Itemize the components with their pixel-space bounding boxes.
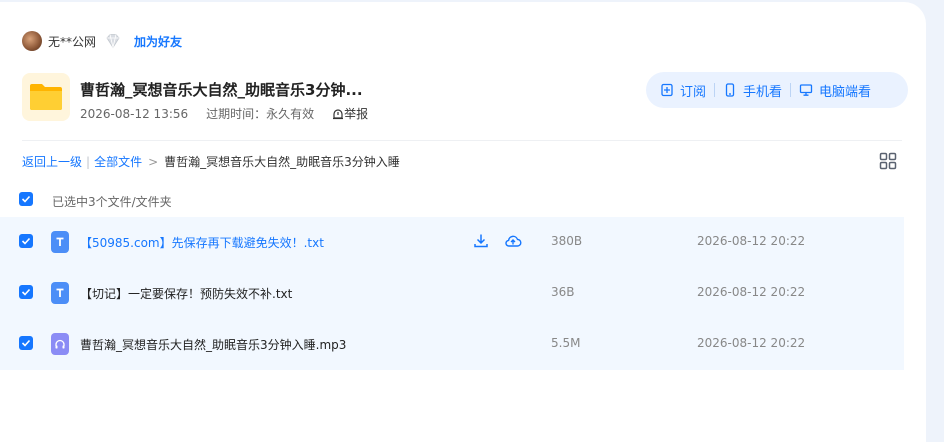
file-size: 5.5M [551,336,581,350]
breadcrumb-current: 曹哲瀚_冥想音乐大自然_助眠音乐3分钟入睡 [164,155,400,169]
sharer-info: 无**公网 加为好友 [22,30,182,52]
avatar[interactable] [22,31,42,51]
desktop-view-label: 电脑端看 [819,84,872,100]
sharer-name: 无**公网 [48,34,97,49]
text-file-icon [51,231,69,253]
expire-label: 过期时间： [206,107,267,121]
check-icon [21,237,31,245]
file-row[interactable]: 【切记】一定要保存！预防失效不补.txt 36B 2026-08-12 20:2… [0,268,904,319]
grid-view-icon[interactable] [879,152,897,170]
action-bar: 订阅 手机看 电脑端看 [646,72,908,108]
divider [22,140,902,141]
file-name[interactable]: 曹哲瀚_冥想音乐大自然_助眠音乐3分钟入睡.mp3 [80,336,346,353]
file-size: 36B [551,285,575,299]
mobile-view-label: 手机看 [743,84,783,100]
check-icon [21,339,31,347]
breadcrumb-separator: > [148,154,159,169]
row-checkbox[interactable] [19,336,33,350]
folder-icon [30,84,62,110]
file-size: 380B [551,234,583,248]
row-checkbox[interactable] [19,234,33,248]
share-meta: 2026-08-12 13:56 过期时间： 永久有效 举报 [80,105,368,122]
share-date: 2026-08-12 13:56 [80,106,189,121]
audio-file-icon [51,333,69,355]
desktop-view-button[interactable]: 电脑端看 [799,72,871,108]
mobile-view-button[interactable]: 手机看 [723,72,782,108]
file-name[interactable]: 【50985.com】先保存再下载避免失效！.txt [80,234,324,251]
breadcrumb: 返回上一级 | 全部文件 > 曹哲瀚_冥想音乐大自然_助眠音乐3分钟入睡 [22,153,400,170]
file-date: 2026-08-12 20:22 [697,285,806,299]
select-all-checkbox[interactable] [19,192,33,206]
file-row[interactable]: 曹哲瀚_冥想音乐大自然_助眠音乐3分钟入睡.mp3 5.5M 2026-08-1… [0,319,904,370]
file-name[interactable]: 【切记】一定要保存！预防失效不补.txt [80,285,292,302]
breadcrumb-all-files[interactable]: 全部文件 [94,153,142,170]
file-date: 2026-08-12 20:22 [697,336,806,350]
file-row[interactable]: 【50985.com】先保存再下载避免失效！.txt 380B 2026-08-… [0,217,904,268]
monitor-icon [799,84,813,96]
report-label: 举报 [344,107,369,121]
save-to-cloud-icon[interactable] [504,232,522,250]
row-checkbox[interactable] [19,285,33,299]
add-friend-link[interactable]: 加为好友 [134,33,182,50]
selection-status: 已选中3个文件/文件夹 [52,195,172,209]
check-icon [21,195,31,203]
file-date: 2026-08-12 20:22 [697,234,806,248]
action-divider [790,83,792,97]
download-icon[interactable] [472,232,490,250]
share-title: 曹哲瀚_冥想音乐大自然_助眠音乐3分钟... [80,81,363,99]
report-icon [333,108,344,119]
file-list: 【50985.com】先保存再下载避免失效！.txt 380B 2026-08-… [0,217,904,370]
subscribe-label: 订阅 [680,84,707,100]
phone-icon [725,83,735,97]
report-link[interactable]: 举报 [332,105,368,122]
text-file-icon [51,282,69,304]
subscribe-button[interactable]: 订阅 [660,72,706,108]
breadcrumb-back[interactable]: 返回上一级 [22,153,82,170]
action-divider [714,83,716,97]
breadcrumb-bar: | [86,154,91,169]
folder-thumbnail [22,73,70,121]
subscribe-icon [661,83,673,97]
vip-diamond-icon [106,34,120,49]
check-icon [21,288,31,296]
share-card: 无**公网 加为好友 曹哲瀚_冥想音乐大自然_助眠音乐3分钟... 2026-0… [0,2,926,442]
checkbox[interactable] [19,192,33,206]
expire-value: 永久有效 [266,107,315,121]
